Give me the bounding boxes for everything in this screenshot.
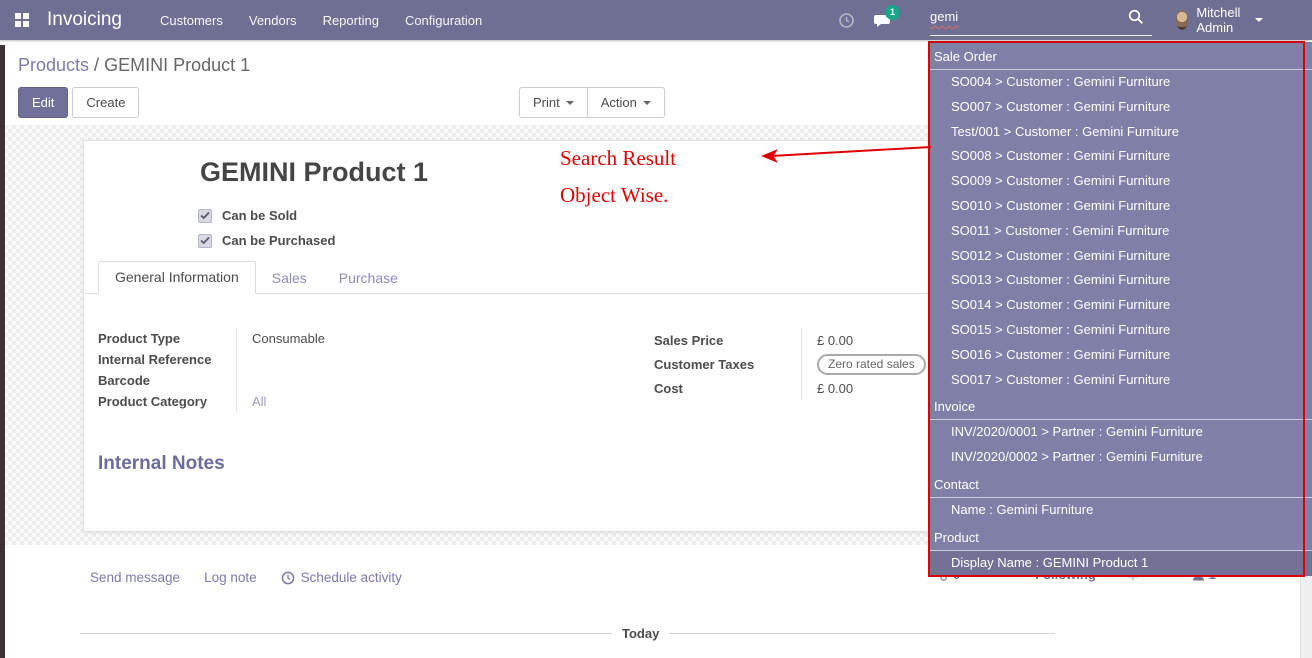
field-label-product-category: Product Category	[98, 391, 236, 412]
action-button[interactable]: Action	[588, 87, 665, 118]
breadcrumb: Products / GEMINI Product 1	[18, 55, 250, 76]
schedule-clock-icon	[281, 571, 295, 585]
app-title[interactable]: Invoicing	[47, 9, 122, 31]
search-result-item[interactable]: SO012 > Customer : Gemini Furniture	[930, 244, 1312, 269]
global-search: gemi	[930, 0, 1152, 40]
search-result-item[interactable]: SO014 > Customer : Gemini Furniture	[930, 293, 1312, 318]
field-label-cost: Cost	[654, 376, 801, 400]
messages-icon[interactable]: 1	[873, 12, 893, 28]
search-section-sale-order: Sale Order	[930, 42, 1312, 70]
search-result-item[interactable]: SO011 > Customer : Gemini Furniture	[930, 219, 1312, 244]
checkbox-label: Can be Purchased	[222, 233, 335, 248]
search-result-item[interactable]: Name : Gemini Furniture	[930, 498, 1312, 523]
product-flags: Can be Sold Can be Purchased	[198, 203, 335, 253]
annotation-line1: Search Result	[560, 146, 676, 171]
print-label: Print	[533, 95, 560, 110]
print-caret-icon	[566, 101, 574, 105]
checkbox-can-be-sold[interactable]	[198, 209, 212, 223]
divider-label: Today	[622, 626, 659, 641]
activities-clock-icon[interactable]	[838, 12, 855, 29]
field-label-barcode: Barcode	[98, 370, 236, 391]
divider-line-right	[669, 633, 1055, 634]
search-result-item[interactable]: SO009 > Customer : Gemini Furniture	[930, 169, 1312, 194]
send-message-button[interactable]: Send message	[90, 570, 180, 585]
navbar-right: 1 gemi Mitchell Admin	[838, 0, 911, 40]
field-value-product-type: Consumable	[236, 328, 643, 349]
nav-menu-customers[interactable]: Customers	[160, 13, 223, 28]
create-button[interactable]: Create	[72, 87, 139, 118]
top-navbar: Invoicing Customers Vendors Reporting Confi…	[0, 0, 1312, 40]
user-avatar	[1176, 10, 1188, 30]
action-label: Action	[601, 95, 637, 110]
search-result-item[interactable]: SO010 > Customer : Gemini Furniture	[930, 194, 1312, 219]
search-input[interactable]: gemi	[930, 9, 958, 24]
nav-menu-configuration[interactable]: Configuration	[405, 13, 482, 28]
search-result-item[interactable]: Test/001 > Customer : Gemini Furniture	[930, 120, 1312, 145]
search-result-item[interactable]: SO015 > Customer : Gemini Furniture	[930, 318, 1312, 343]
schedule-activity-label: Schedule activity	[301, 570, 402, 585]
checkbox-row: Can be Sold	[198, 203, 335, 228]
field-group-left: Product TypeConsumableInternal Reference…	[98, 328, 643, 412]
search-result-item[interactable]: SO004 > Customer : Gemini Furniture	[930, 70, 1312, 95]
today-divider: Today	[80, 626, 1055, 640]
nav-menus: Customers Vendors Reporting Configuration	[160, 13, 482, 28]
print-button[interactable]: Print	[519, 87, 588, 118]
field-value-barcode	[236, 370, 643, 391]
search-section-product: Product	[930, 523, 1312, 551]
field-label-product-type: Product Type	[98, 328, 236, 349]
nav-menu-vendors[interactable]: Vendors	[249, 13, 297, 28]
search-result-item[interactable]: Display Name : GEMINI Product 1	[930, 551, 1312, 576]
search-result-item[interactable]: SO016 > Customer : Gemini Furniture	[930, 343, 1312, 368]
search-result-item[interactable]: INV/2020/0002 > Partner : Gemini Furnitu…	[930, 445, 1312, 470]
search-section-invoice: Invoice	[930, 392, 1312, 420]
search-underline	[930, 35, 1152, 36]
tax-pill[interactable]: Zero rated sales	[817, 354, 926, 375]
user-menu[interactable]: Mitchell Admin	[1176, 0, 1263, 40]
search-results-dropdown: Sale OrderSO004 > Customer : Gemini Furn…	[930, 42, 1312, 576]
search-result-item[interactable]: SO013 > Customer : Gemini Furniture	[930, 268, 1312, 293]
scrollbar[interactable]	[1300, 576, 1312, 658]
search-section-contact: Contact	[930, 470, 1312, 498]
messages-badge: 1	[885, 5, 900, 20]
search-result-item[interactable]: SO017 > Customer : Gemini Furniture	[930, 368, 1312, 393]
search-result-item[interactable]: SO008 > Customer : Gemini Furniture	[930, 144, 1312, 169]
checkbox-row: Can be Purchased	[198, 228, 335, 253]
annotation-line2: Object Wise.	[560, 183, 668, 208]
field-label-internal-reference: Internal Reference	[98, 349, 236, 370]
apps-menu-icon[interactable]	[14, 12, 30, 28]
field-value-internal-reference	[236, 349, 643, 370]
user-menu-caret-icon	[1255, 18, 1263, 22]
breadcrumb-current: GEMINI Product 1	[104, 55, 250, 75]
schedule-activity-button[interactable]: Schedule activity	[281, 570, 402, 585]
tab-purchase[interactable]: Purchase	[323, 263, 414, 294]
product-title: GEMINI Product 1	[200, 157, 428, 188]
field-label-sales-price: Sales Price	[654, 328, 801, 352]
checkbox-label: Can be Sold	[222, 208, 297, 223]
log-note-button[interactable]: Log note	[204, 570, 257, 585]
tab-general-information[interactable]: General Information	[98, 261, 256, 294]
divider-line-left	[80, 633, 612, 634]
internal-notes-heading: Internal Notes	[98, 453, 225, 475]
field-value-product-category[interactable]: All	[236, 391, 643, 412]
breadcrumb-products-link[interactable]: Products	[18, 55, 89, 75]
nav-menu-reporting[interactable]: Reporting	[323, 13, 379, 28]
search-icon[interactable]	[1128, 9, 1144, 28]
search-result-item[interactable]: INV/2020/0001 > Partner : Gemini Furnitu…	[930, 420, 1312, 445]
breadcrumb-separator: /	[89, 55, 104, 75]
action-caret-icon	[643, 101, 651, 105]
edit-button[interactable]: Edit	[18, 87, 68, 118]
left-edge-strip	[0, 45, 5, 658]
field-label-customer-taxes: Customer Taxes	[654, 352, 801, 376]
user-name: Mitchell Admin	[1196, 5, 1248, 35]
checkbox-can-be-purchased[interactable]	[198, 234, 212, 248]
tab-sales[interactable]: Sales	[256, 263, 323, 294]
search-result-item[interactable]: SO007 > Customer : Gemini Furniture	[930, 95, 1312, 120]
